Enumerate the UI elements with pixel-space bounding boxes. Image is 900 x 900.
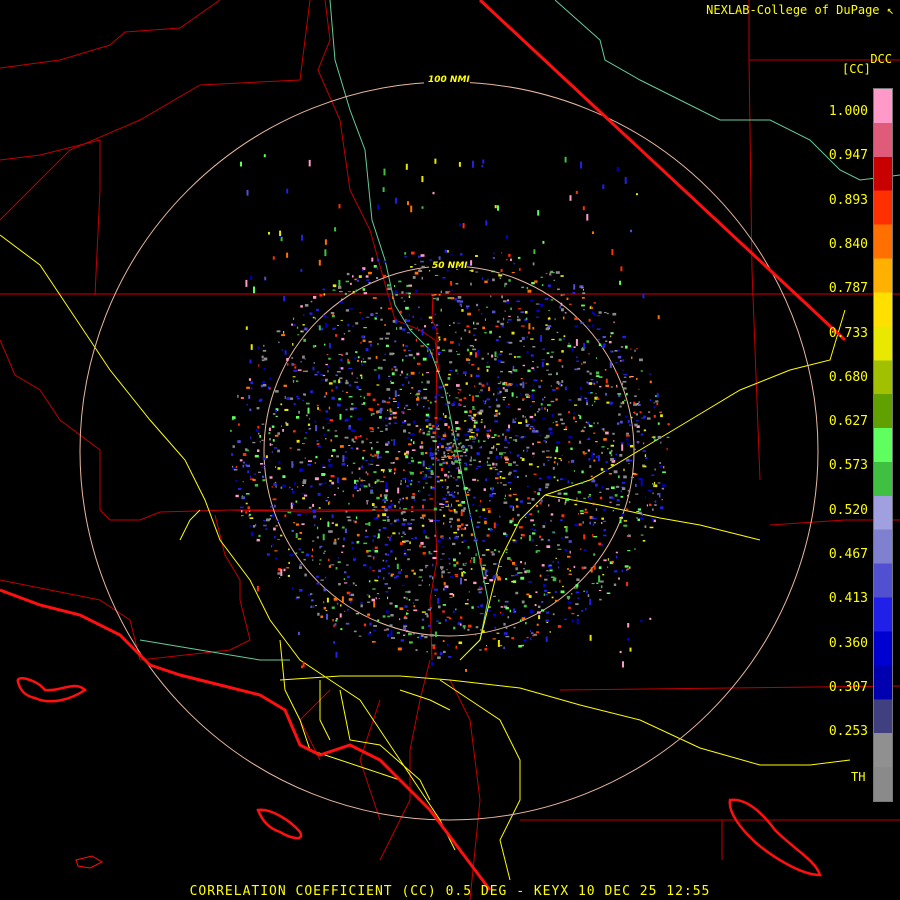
highways — [0, 234, 851, 881]
colorbar-tick: 0.467 — [828, 547, 868, 562]
cursor-arrow-icon: ↖ — [886, 3, 894, 17]
colorbar-tick: 0.360 — [828, 635, 868, 651]
colorbar-tick: 0.947 — [828, 148, 868, 164]
product-code: DCC — [870, 52, 892, 66]
credit-text: NEXLAB-College of DuPage — [706, 3, 880, 17]
product-footer: CORRELATION COEFFICIENT (CC) 0.5 DEG - K… — [189, 884, 711, 899]
colorbar-unit: [CC] — [842, 62, 871, 76]
colorbar-tick: 0.787 — [828, 281, 868, 297]
ring-label-50nmi: 50 NMI — [432, 261, 468, 271]
colorbar-tick: 0.413 — [828, 591, 868, 607]
colorbar-tick: 0.253 — [828, 724, 868, 740]
colorbar-tick: 0.307 — [828, 679, 868, 695]
ring-label-100nmi: 100 NMI — [428, 75, 470, 85]
credit-label: NEXLAB-College of DuPage ↖ — [706, 3, 894, 17]
colorbar-tick: 0.680 — [828, 369, 868, 385]
colorbar-tick: 0.893 — [828, 192, 868, 208]
colorbar-tick: 1.000 — [828, 104, 868, 119]
radar-map: 100 NMI 50 NMI — [0, 0, 900, 900]
colorbar-tick: 0.840 — [828, 236, 868, 252]
colorbar-tick: 0.573 — [828, 458, 868, 474]
colorbar-tick: 0.733 — [828, 325, 868, 341]
colorbar — [873, 88, 893, 802]
state-borders — [0, 293, 900, 661]
rivers — [139, 0, 900, 661]
colorbar-bottom-label: TH — [851, 770, 866, 784]
colorbar-tick: 0.520 — [828, 502, 868, 518]
coastlines — [0, 0, 847, 891]
colorbar-tick: 0.627 — [828, 414, 868, 430]
